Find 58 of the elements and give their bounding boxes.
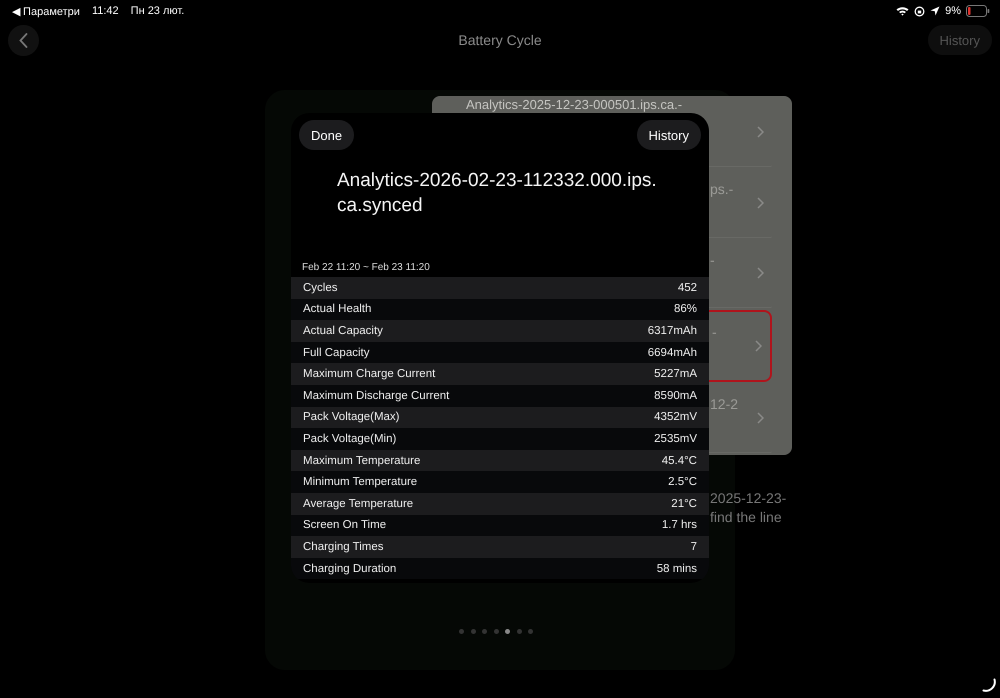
page-dot[interactable] <box>459 629 464 634</box>
page-dot[interactable] <box>505 629 510 634</box>
back-to-app-label[interactable]: ◀ Параметри <box>12 4 80 18</box>
stat-value: 7 <box>690 540 697 553</box>
history-button[interactable]: History <box>636 120 701 150</box>
stat-value: 4352mV <box>654 411 697 424</box>
stat-label: Actual Capacity <box>303 324 383 337</box>
page-dot[interactable] <box>470 629 476 634</box>
stat-label: Screen On Time <box>303 519 386 532</box>
battery-icon <box>966 5 990 17</box>
page-dot[interactable] <box>516 629 522 634</box>
status-date: Пн 23 лют. <box>130 4 184 18</box>
stat-label: Pack Voltage(Min) <box>303 432 396 445</box>
chevron-right-icon <box>757 126 764 138</box>
stat-label: Full Capacity <box>303 346 370 359</box>
page-dot[interactable] <box>528 629 533 634</box>
stat-label: Charging Duration <box>303 562 396 575</box>
page-dot[interactable] <box>482 629 487 634</box>
stat-label: Pack Voltage(Max) <box>303 411 400 424</box>
chevron-right-icon <box>755 340 762 352</box>
done-button[interactable]: Done <box>299 120 354 150</box>
stat-value: 1.7 hrs <box>662 519 697 532</box>
stat-value: 6694mAh <box>648 346 697 359</box>
location-arrow-icon <box>930 6 940 16</box>
chevron-right-icon <box>757 196 764 209</box>
stat-value: 5227mA <box>654 368 697 380</box>
stat-value: 58 mins <box>656 562 697 575</box>
chevron-right-icon <box>757 412 764 424</box>
stat-label: Maximum Temperature <box>303 454 420 467</box>
note-text-line: find the line <box>710 509 783 525</box>
stat-label: Minimum Temperature <box>303 476 418 488</box>
loading-spinner-icon <box>982 678 996 692</box>
stat-value: 21°C <box>671 498 697 510</box>
date-range: Feb 22 11:20 ~ Feb 23 11:20 <box>302 262 431 273</box>
stat-value: 2.5°C <box>668 476 697 488</box>
stat-label: Cycles <box>303 282 338 294</box>
stat-value: 8590mA <box>654 390 697 402</box>
file-name-title: Analytics-2026-02-23-112332.000.ips. ca.synced <box>337 169 658 218</box>
stat-label: Charging Times <box>303 540 384 553</box>
rotation-lock-icon <box>914 6 926 16</box>
chevron-left-icon <box>19 32 28 48</box>
stat-label: Maximum Discharge Current <box>303 390 450 402</box>
back-button[interactable] <box>8 24 39 56</box>
status-time: 11:42 <box>92 4 119 18</box>
screen-title: Battery Cycle <box>458 32 542 48</box>
chevron-right-icon <box>757 267 764 280</box>
wifi-icon <box>896 6 910 16</box>
stat-label: Maximum Charge Current <box>303 368 436 380</box>
stat-value: 2535mV <box>654 432 697 445</box>
note-text-line: 2025-12-23- <box>710 490 786 506</box>
page-dot[interactable] <box>494 629 498 634</box>
stat-value: 86% <box>674 303 697 316</box>
stat-label: Actual Health <box>303 303 372 316</box>
stat-label: Average Temperature <box>303 498 414 510</box>
battery-percent: 9% <box>945 5 961 17</box>
stat-value: 45.4°C <box>662 454 697 467</box>
stat-value: 6317mAh <box>648 324 697 337</box>
stat-value: 452 <box>678 282 697 294</box>
